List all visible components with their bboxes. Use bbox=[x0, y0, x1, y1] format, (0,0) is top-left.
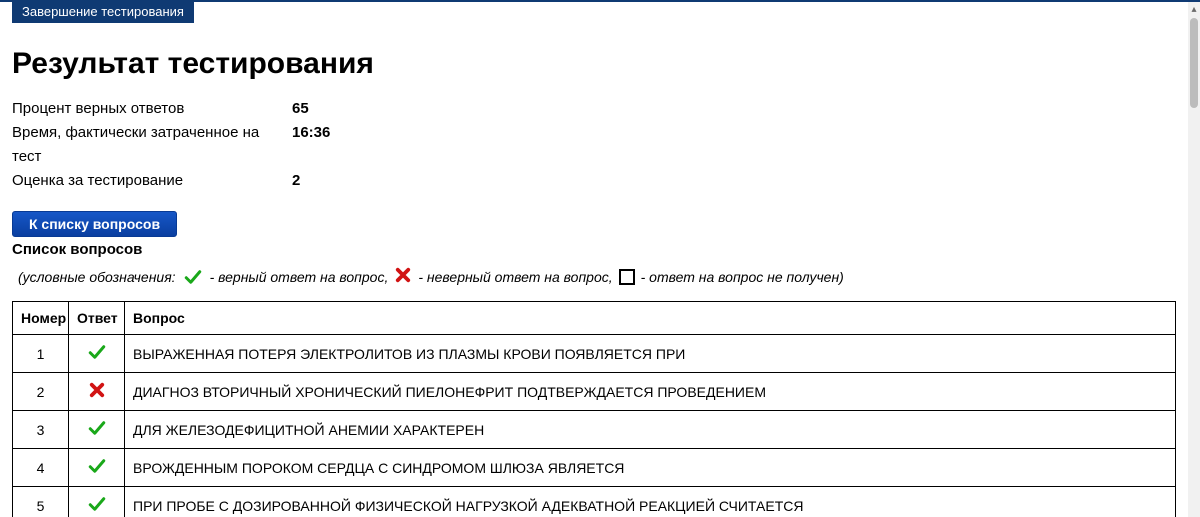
legend-noanswer-text: - ответ на вопрос не получен) bbox=[641, 269, 844, 285]
scroll-thumb[interactable] bbox=[1190, 18, 1198, 108]
cell-answer bbox=[69, 335, 125, 373]
vertical-scrollbar[interactable]: ▴ bbox=[1188, 2, 1200, 517]
check-icon bbox=[86, 457, 108, 475]
legend: (условные обозначения: - верный ответ на… bbox=[18, 266, 1176, 287]
square-icon bbox=[619, 269, 635, 285]
cell-answer bbox=[69, 449, 125, 487]
legend-incorrect-text: - неверный ответ на вопрос, bbox=[418, 269, 612, 285]
summary-block: Процент верных ответов 65 Время, фактиче… bbox=[12, 97, 1176, 193]
cell-number: 1 bbox=[13, 335, 69, 373]
col-answer: Ответ bbox=[69, 302, 125, 335]
cell-question: ВРОЖДЕННЫМ ПОРОКОМ СЕРДЦА С СИНДРОМОМ ШЛ… bbox=[125, 449, 1176, 487]
cell-number: 5 bbox=[13, 487, 69, 517]
cell-answer bbox=[69, 411, 125, 449]
header-tab[interactable]: Завершение тестирования bbox=[12, 2, 194, 23]
cell-question: ПРИ ПРОБЕ С ДОЗИРОВАННОЙ ФИЗИЧЕСКОЙ НАГР… bbox=[125, 487, 1176, 517]
legend-correct-text: - верный ответ на вопрос, bbox=[210, 269, 389, 285]
page-title: Результат тестирования bbox=[12, 47, 1176, 81]
summary-label: Процент верных ответов bbox=[12, 97, 292, 121]
col-question: Вопрос bbox=[125, 302, 1176, 335]
table-row: 1 ВЫРАЖЕННАЯ ПОТЕРЯ ЭЛЕКТРОЛИТОВ ИЗ ПЛАЗМ… bbox=[13, 335, 1176, 373]
check-icon bbox=[86, 495, 108, 513]
col-number: Номер bbox=[13, 302, 69, 335]
cell-number: 4 bbox=[13, 449, 69, 487]
cell-question: ВЫРАЖЕННАЯ ПОТЕРЯ ЭЛЕКТРОЛИТОВ ИЗ ПЛАЗМЫ… bbox=[125, 335, 1176, 373]
cell-question: ДЛЯ ЖЕЛЕЗОДЕФИЦИТНОЙ АНЕМИИ ХАРАКТЕРЕН bbox=[125, 411, 1176, 449]
table-row: 4 ВРОЖДЕННЫМ ПОРОКОМ СЕРДЦА С СИНДРОМОМ Ш… bbox=[13, 449, 1176, 487]
cross-icon bbox=[88, 386, 106, 402]
to-questions-list-button[interactable]: К списку вопросов bbox=[12, 211, 177, 237]
cell-answer bbox=[69, 487, 125, 517]
summary-row: Процент верных ответов 65 bbox=[12, 97, 1176, 121]
questions-table: Номер Ответ Вопрос 1 ВЫРАЖЕННАЯ ПОТЕРЯ ЭЛ… bbox=[12, 301, 1176, 517]
cell-number: 2 bbox=[13, 373, 69, 411]
cell-answer bbox=[69, 373, 125, 411]
summary-label: Время, фактически затраченное на тест bbox=[12, 121, 292, 169]
section-subtitle: Список вопросов bbox=[12, 241, 1176, 258]
summary-value: 65 bbox=[292, 97, 309, 121]
cell-question: ДИАГНОЗ ВТОРИЧНЫЙ ХРОНИЧЕСКИЙ ПИЕЛОНЕФРИ… bbox=[125, 373, 1176, 411]
summary-row: Время, фактически затраченное на тест 16… bbox=[12, 121, 1176, 169]
cell-number: 3 bbox=[13, 411, 69, 449]
summary-value: 16:36 bbox=[292, 121, 330, 169]
check-icon bbox=[86, 343, 108, 361]
legend-prefix: (условные обозначения: bbox=[18, 269, 176, 285]
check-icon bbox=[182, 268, 204, 286]
table-row: 3 ДЛЯ ЖЕЛЕЗОДЕФИЦИТНОЙ АНЕМИИ ХАРАКТЕРЕН bbox=[13, 411, 1176, 449]
summary-value: 2 bbox=[292, 169, 300, 193]
summary-label: Оценка за тестирование bbox=[12, 169, 292, 193]
table-header-row: Номер Ответ Вопрос bbox=[13, 302, 1176, 335]
table-row: 5 ПРИ ПРОБЕ С ДОЗИРОВАННОЙ ФИЗИЧЕСКОЙ НАГ… bbox=[13, 487, 1176, 517]
scroll-up-icon[interactable]: ▴ bbox=[1188, 2, 1200, 16]
summary-row: Оценка за тестирование 2 bbox=[12, 169, 1176, 193]
check-icon bbox=[86, 419, 108, 437]
table-row: 2 ДИАГНОЗ ВТОРИЧНЫЙ ХРОНИЧЕСКИЙ ПИЕЛОНЕФР… bbox=[13, 373, 1176, 411]
cross-icon bbox=[394, 266, 412, 287]
